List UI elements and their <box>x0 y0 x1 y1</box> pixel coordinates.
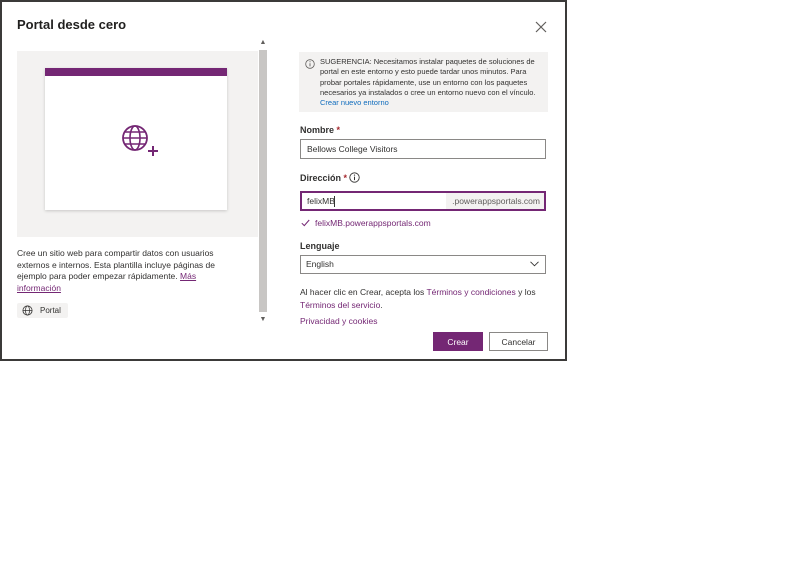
globe-add-icon <box>122 125 158 156</box>
preview-header-bar <box>45 68 227 76</box>
address-value: felixMB <box>307 196 335 206</box>
create-button[interactable]: Crear <box>433 332 483 351</box>
template-tag: Portal <box>17 303 68 318</box>
address-validation: felixMB.powerappsportals.com <box>301 218 431 228</box>
address-input[interactable]: felixMB .powerappsportals.com <box>300 191 546 211</box>
close-icon <box>535 21 547 33</box>
scroll-thumb[interactable] <box>259 50 267 312</box>
terms-suffix: . <box>380 299 383 310</box>
template-description: Cree un sitio web para compartir datos c… <box>17 248 235 294</box>
chevron-down-icon <box>530 261 539 267</box>
scroll-down-icon[interactable]: ▼ <box>258 315 268 325</box>
hint-text: SUGERENCIA: Necesitamos instalar paquete… <box>320 57 536 97</box>
dialog-title: Portal desde cero <box>17 17 127 32</box>
scroll-up-icon[interactable]: ▲ <box>258 38 268 48</box>
address-info-icon[interactable] <box>349 172 360 183</box>
address-suffix: .powerappsportals.com <box>446 193 544 209</box>
address-label: Dirección * <box>300 173 347 183</box>
checkmark-icon <box>301 219 310 227</box>
close-button[interactable] <box>533 19 549 35</box>
template-preview <box>17 51 258 237</box>
cancel-button[interactable]: Cancelar <box>489 332 548 351</box>
language-label: Lenguaje <box>300 241 340 251</box>
hint-message: SUGERENCIA: Necesitamos instalar paquete… <box>299 52 548 112</box>
name-label-text: Nombre <box>300 125 335 135</box>
name-label: Nombre * <box>300 125 340 135</box>
required-mark: * <box>336 125 341 135</box>
language-value: English <box>306 259 334 269</box>
name-input[interactable]: Bellows College Visitors <box>300 139 546 159</box>
left-scrollbar[interactable]: ▲ ▼ <box>258 38 268 325</box>
terms-service-link[interactable]: Términos del servicio <box>300 300 380 310</box>
text-cursor <box>334 196 335 207</box>
address-label-text: Dirección <box>300 173 342 183</box>
required-mark: * <box>343 173 348 183</box>
tag-label: Portal <box>40 306 61 315</box>
language-dropdown[interactable]: English <box>300 255 546 274</box>
globe-icon <box>22 305 33 316</box>
create-portal-dialog: Portal desde cero ▲ ▼ Cree un sitio web … <box>2 2 565 359</box>
preview-card <box>45 68 227 210</box>
terms-prefix: Al hacer clic en Crear, acepta los <box>300 287 427 297</box>
create-environment-link[interactable]: Crear nuevo entorno <box>320 98 389 107</box>
terms-conditions-link[interactable]: Términos y condiciones <box>426 287 515 297</box>
info-icon <box>305 59 315 69</box>
terms-conjunction: y los <box>515 287 536 297</box>
terms-text: Al hacer clic en Crear, acepta los Térmi… <box>300 286 545 311</box>
validation-text: felixMB.powerappsportals.com <box>315 218 431 228</box>
privacy-link[interactable]: Privacidad y cookies <box>300 316 377 326</box>
